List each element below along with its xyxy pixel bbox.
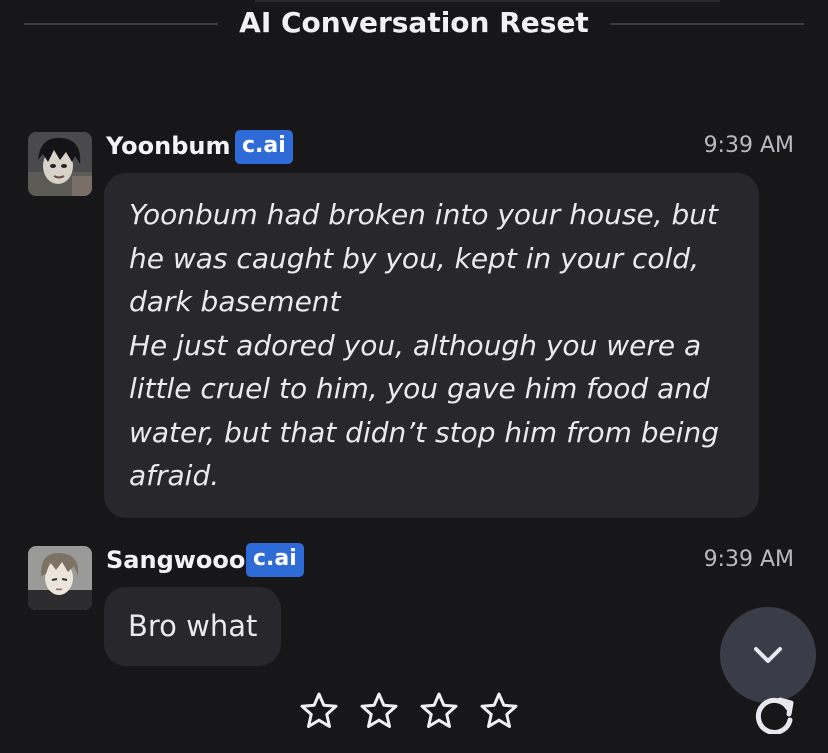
- divider-line-left: [24, 23, 218, 25]
- message-line: Yoonbum had broken into your house, but …: [129, 198, 718, 318]
- avatar[interactable]: [28, 132, 92, 196]
- conversation-reset-label: AI Conversation Reset: [239, 6, 589, 39]
- star-2-icon[interactable]: [358, 690, 400, 732]
- star-3-icon[interactable]: [418, 690, 460, 732]
- author-name[interactable]: Sangwooo: [106, 546, 245, 574]
- message-line: He just adored you, although you were a …: [129, 328, 720, 493]
- divider-line-right: [610, 23, 804, 25]
- cai-badge: c.ai: [246, 543, 304, 577]
- chevron-down-icon: [754, 647, 782, 663]
- message-bubble: Bro what: [104, 587, 282, 666]
- author-name[interactable]: Yoonbum: [106, 132, 231, 160]
- star-rating: [298, 690, 538, 736]
- star-1-icon[interactable]: [298, 690, 340, 732]
- message-bubble: Yoonbum had broken into your house, but …: [104, 173, 759, 518]
- character-avatar-icon: [28, 132, 92, 196]
- star-4-icon[interactable]: [478, 690, 520, 732]
- character-avatar-icon: [28, 546, 92, 610]
- message-timestamp: 9:39 AM: [703, 547, 794, 572]
- message-timestamp: 9:39 AM: [703, 133, 794, 158]
- scroll-down-button[interactable]: [720, 607, 816, 703]
- conversation-reset-divider: AI Conversation Reset: [0, 0, 828, 52]
- cai-badge: c.ai: [235, 130, 293, 164]
- refresh-icon[interactable]: [750, 694, 798, 735]
- avatar[interactable]: [28, 546, 92, 610]
